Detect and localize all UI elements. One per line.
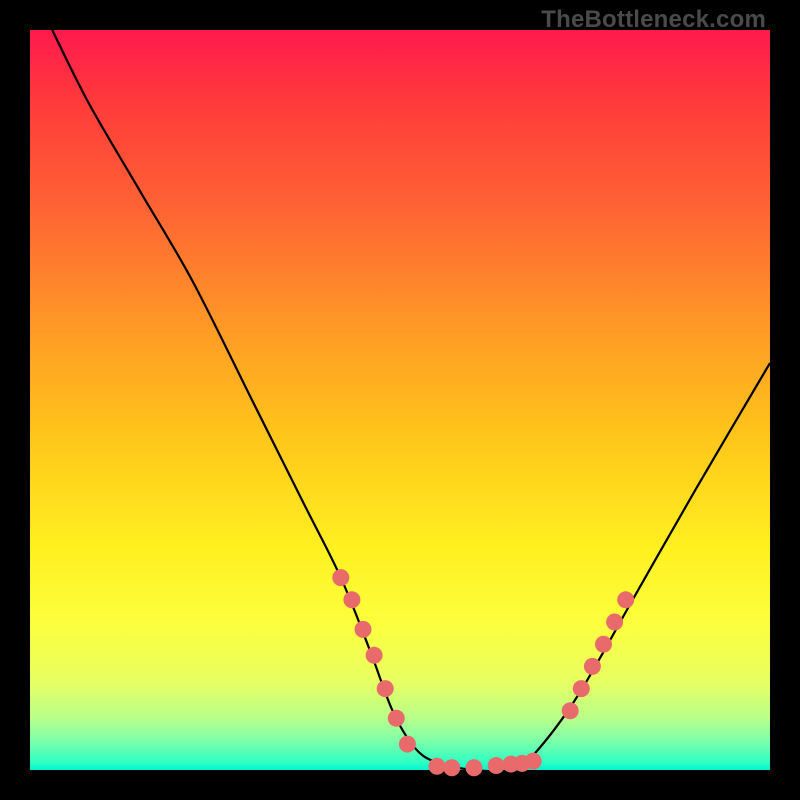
- data-dot: [355, 621, 372, 638]
- data-dot: [343, 591, 360, 608]
- chart-svg: [30, 30, 770, 770]
- chart-frame: TheBottleneck.com: [0, 0, 800, 800]
- data-dot: [466, 759, 483, 776]
- data-dot: [366, 647, 383, 664]
- data-dot: [332, 569, 349, 586]
- data-dot: [584, 658, 601, 675]
- data-dot: [429, 758, 446, 775]
- data-dot: [399, 736, 416, 753]
- curve-line: [52, 30, 770, 771]
- data-dot: [525, 753, 542, 770]
- data-dot: [573, 680, 590, 697]
- plot-area: [30, 30, 770, 770]
- data-dot: [377, 680, 394, 697]
- data-dot: [488, 757, 505, 774]
- data-dot: [443, 759, 460, 776]
- data-dot: [388, 710, 405, 727]
- data-dot: [606, 614, 623, 631]
- data-dot: [617, 591, 634, 608]
- data-dot: [562, 702, 579, 719]
- data-dot: [595, 636, 612, 653]
